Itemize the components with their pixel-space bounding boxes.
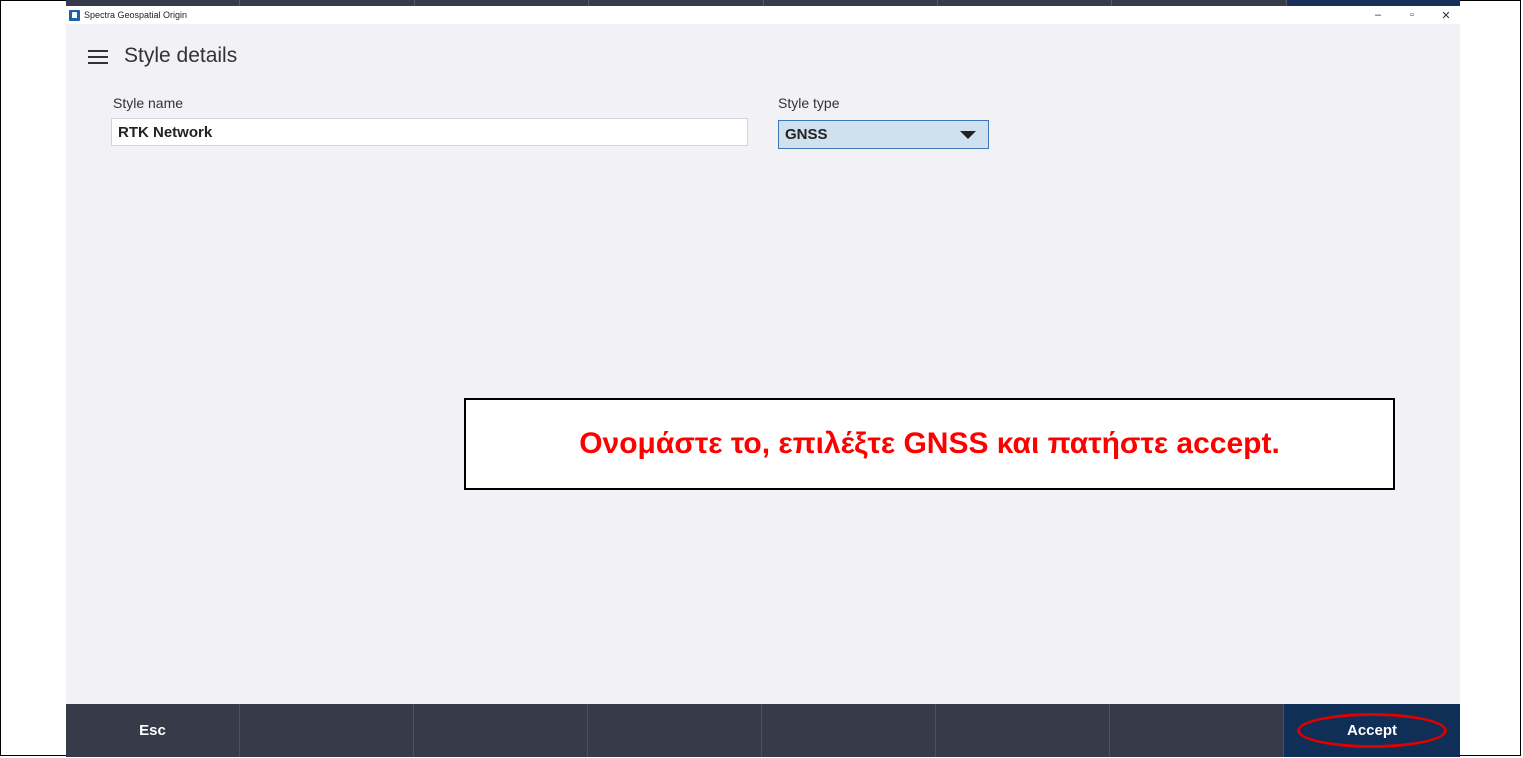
- softkey-bar: Esc Accept: [66, 704, 1460, 757]
- style-type-label: Style type: [778, 95, 840, 111]
- window-title: Spectra Geospatial Origin: [84, 10, 188, 20]
- page-header: Style details: [66, 36, 1460, 76]
- app-logo-icon: [69, 9, 80, 21]
- style-type-dropdown[interactable]: GNSS: [778, 120, 989, 149]
- style-name-input[interactable]: [111, 118, 748, 146]
- empty-softkey-5[interactable]: [762, 704, 936, 757]
- accept-button-label: Accept: [1346, 722, 1398, 739]
- esc-button-label: Esc: [139, 722, 166, 739]
- esc-button[interactable]: Esc: [66, 704, 240, 757]
- style-name-label: Style name: [113, 95, 184, 111]
- empty-softkey-2[interactable]: [240, 704, 414, 757]
- restore-icon[interactable]: ▫: [1406, 9, 1418, 21]
- close-icon[interactable]: ✕: [1440, 9, 1452, 22]
- page-title: Style details: [124, 44, 238, 67]
- empty-softkey-4[interactable]: [588, 704, 762, 757]
- instruction-text: Ονομάστε το, επιλέξτε GNSS και πατήστε a…: [579, 427, 1280, 460]
- instruction-callout: Ονομάστε το, επιλέξτε GNSS και πατήστε a…: [464, 398, 1395, 490]
- empty-softkey-3[interactable]: [414, 704, 588, 757]
- chevron-down-icon: [960, 130, 976, 139]
- window-titlebar: Spectra Geospatial Origin – ▫ ✕: [66, 6, 1460, 24]
- empty-softkey-6[interactable]: [936, 704, 1110, 757]
- minimize-icon[interactable]: –: [1372, 9, 1384, 21]
- accept-button[interactable]: Accept: [1284, 704, 1460, 757]
- app-window: Spectra Geospatial Origin – ▫ ✕ Style de…: [66, 6, 1460, 757]
- window-controls: – ▫ ✕: [1372, 6, 1452, 24]
- hamburger-menu-icon[interactable]: [88, 48, 108, 64]
- style-type-value: GNSS: [785, 126, 828, 143]
- empty-softkey-7[interactable]: [1110, 704, 1284, 757]
